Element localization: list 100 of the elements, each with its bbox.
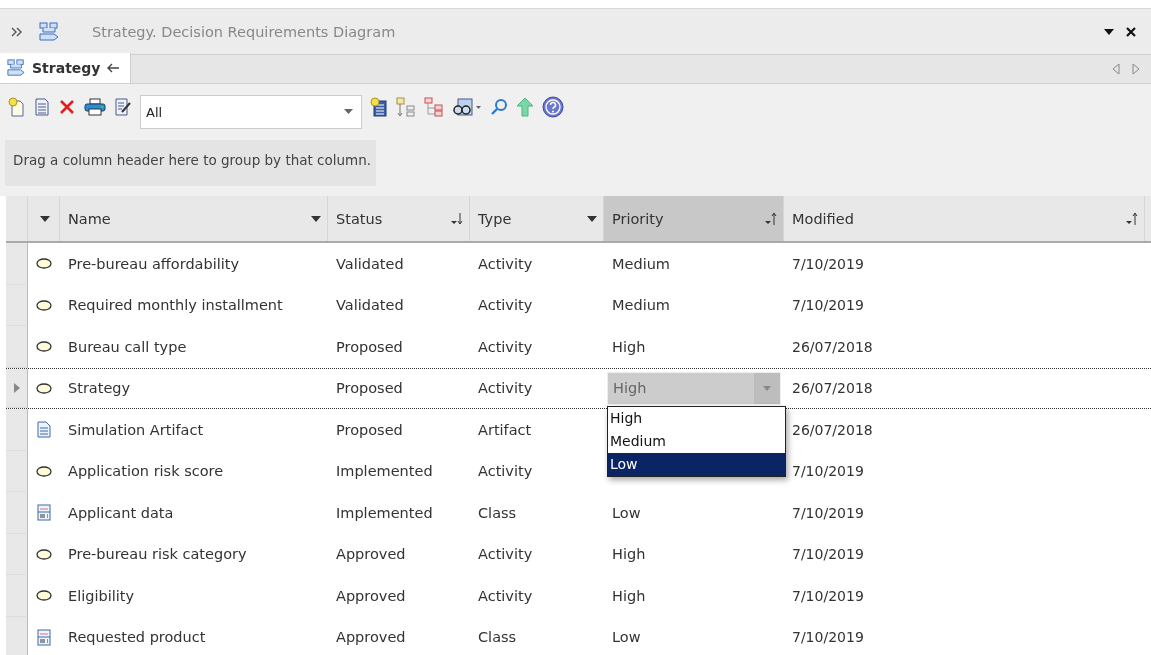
delete-icon[interactable] [58,98,76,116]
table-cell: Eligibility [68,587,134,604]
caret-icon [344,109,353,115]
row-pointer-icon [13,382,20,393]
activity-icon [36,341,52,353]
table-cell: High [612,338,646,355]
dropdown-option[interactable]: High [608,406,785,430]
edit-document-icon[interactable] [114,97,132,117]
caret-icon [763,385,771,391]
table-cell: Activity [478,380,533,397]
table-row[interactable]: Requested product Approved Class Low 7/10/2019 [6,616,1151,655]
table-cell: 26/07/2018 [792,380,873,397]
new-table-icon[interactable] [370,97,388,117]
table-cell: Pre-bureau risk category [68,546,247,563]
table-cell: Class [478,504,517,521]
printer-icon[interactable] [84,98,106,116]
table-cell: Required monthly installment [68,297,283,314]
table-cell: Applicant data [68,504,174,521]
search-icon[interactable] [490,98,508,116]
filter-caret-icon[interactable] [311,215,321,222]
activity-icon [36,299,52,311]
class-icon [37,504,51,522]
filter-caret-icon[interactable] [587,215,597,222]
table-cell: High [612,587,646,604]
table-cell: Simulation Artifact [68,421,204,438]
table-cell: 7/10/2019 [792,255,864,272]
table-cell: 26/07/2018 [792,421,873,438]
new-document-icon[interactable] [8,97,26,117]
table-row[interactable]: Pre-bureau affordability Validated Activity Medium 7/10/2019 [6,243,1151,285]
table-cell: 7/10/2019 [792,546,864,563]
group-hint: Drag a column header here to group by that column. [5,140,377,186]
table-row[interactable]: Applicant data Implemented Class Low 7/10/2019 [6,492,1151,534]
binoculars-icon[interactable] [452,97,482,117]
table-cell: Application risk score [68,463,224,480]
table-cell: Proposed [336,338,403,355]
table-cell: Proposed [336,421,403,438]
table-cell: 26/07/2018 [792,338,873,355]
column-header[interactable]: Priority [604,196,784,241]
table-row[interactable]: Required monthly installment Validated Activity Medium 7/10/2019 [6,284,1151,326]
table-cell: 7/10/2019 [792,297,864,314]
table-cell: Proposed [336,380,403,397]
sort-ascending-icon [765,211,777,226]
column-header[interactable]: Name [60,196,328,241]
diagram-icon [38,21,60,42]
table-cell: 7/10/2019 [792,504,864,521]
table-cell: Activity [478,546,533,563]
tab[interactable]: Strategy [0,53,132,83]
table-row[interactable]: Eligibility Approved Activity High 7/10/2019 [6,575,1151,617]
table-cell: Validated [336,297,404,314]
table-cell: Pre-bureau affordability [68,255,240,272]
table-cell: Activity [478,338,533,355]
table-cell: 7/10/2019 [792,463,864,480]
activity-icon [36,465,52,477]
table-cell: Implemented [336,463,433,480]
column-header[interactable]: Status [328,196,470,241]
sort-descending-icon [451,211,463,226]
priority-dropdown[interactable]: High [607,371,781,405]
table-cell: Activity [478,587,533,604]
column-header[interactable]: Modified [784,196,1145,241]
table-cell: Implemented [336,504,433,521]
table-cell: Low [612,629,641,646]
table-cell: Activity [478,297,533,314]
table-row[interactable]: Bureau call type Proposed Activity High 26/07/2018 [6,326,1151,368]
filter-dropdown[interactable]: All [140,95,362,129]
table-cell: Requested product [68,629,206,646]
class-icon [37,628,51,646]
table-cell: Strategy [68,380,131,397]
table-cell: Activity [478,463,533,480]
scroll-right-icon[interactable] [1131,63,1141,75]
table-cell: Medium [612,297,670,314]
table-cell: Low [612,504,641,521]
dropdown-icon[interactable] [39,215,50,222]
table-cell: Approved [336,629,406,646]
tab-label: Strategy [32,60,101,76]
diagram-icon [6,59,26,77]
activity-icon [36,548,52,560]
table-cell: Artifact [478,421,532,438]
table-cell: High [612,546,646,563]
table-cell: Class [478,629,517,646]
table-cell: Approved [336,546,406,563]
scroll-left-icon[interactable] [1111,63,1121,75]
back-arrow-icon[interactable] [106,62,121,74]
table-cell: Bureau call type [68,338,187,355]
table-cell: 7/10/2019 [792,629,864,646]
dropdown-icon[interactable] [1103,27,1115,36]
dropdown-option[interactable]: Medium [608,429,785,453]
table-cell: Activity [478,255,533,272]
expand-icon[interactable] [10,25,24,38]
table-cell: 7/10/2019 [792,587,864,604]
table-cell: Approved [336,587,406,604]
artifact-icon [37,421,51,439]
activity-icon [36,382,52,394]
activity-icon [36,258,52,270]
close-icon[interactable] [1125,25,1137,38]
help-icon[interactable] [542,96,564,118]
tree-icon[interactable] [424,97,444,117]
table-row[interactable]: Pre-bureau risk category Approved Activity High 7/10/2019 [6,533,1151,575]
window-title: Strategy. Decision Requirements Diagram [92,23,396,40]
table-cell: Medium [612,255,670,272]
dropdown-option[interactable]: Low [608,452,785,476]
